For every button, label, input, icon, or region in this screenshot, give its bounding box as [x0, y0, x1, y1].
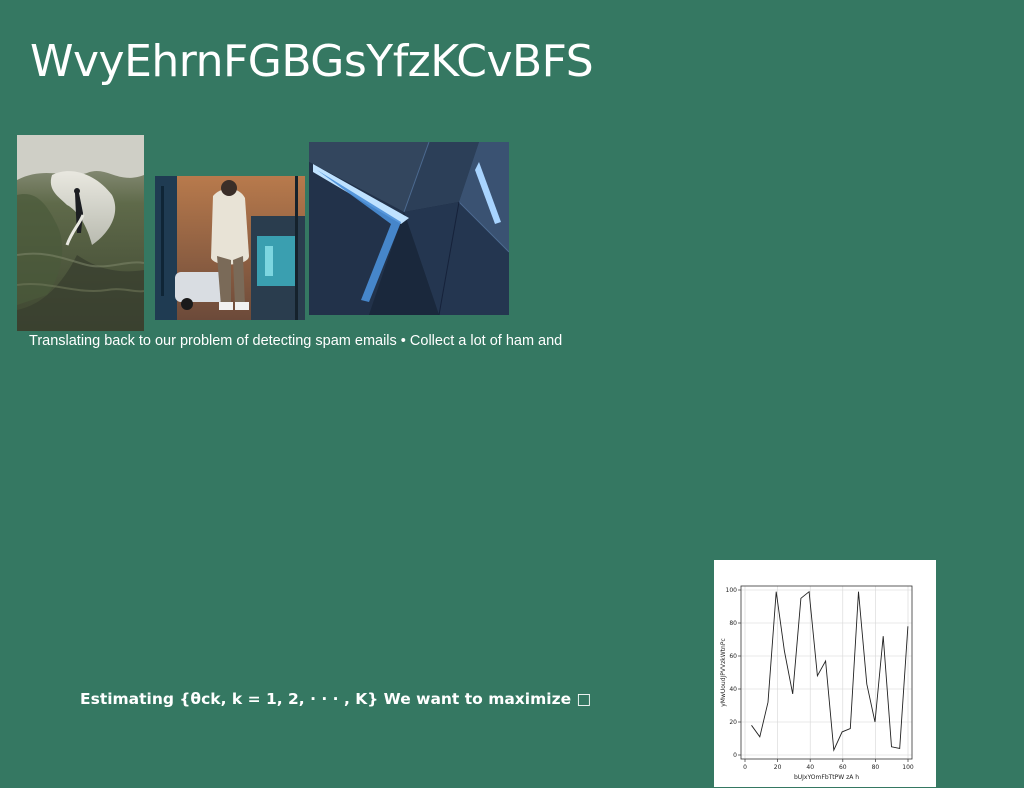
body-text: Translating back to our problem of detec…	[29, 333, 563, 349]
chart-x-tick-label: 0	[743, 764, 747, 771]
chart-x-tick-label: 40	[806, 764, 814, 771]
surfer-photo	[17, 135, 144, 331]
line-chart: 0 20 40 60 80 100 0 20 40 60 80 100 bUJxYOmFbTtPW zA…	[714, 560, 936, 787]
chart-y-tick-label: 60	[729, 653, 737, 660]
chart-series-line	[751, 590, 909, 752]
chart-y-tick-label: 20	[729, 719, 737, 726]
chart-y-tick-label: 80	[729, 620, 737, 627]
chart-svg: 0 20 40 60 80 100 0 20 40 60 80 100 bUJxYOmFbTtPW zA…	[720, 585, 914, 781]
chart-y-tick-label: 0	[733, 752, 737, 759]
chart-y-axis-label: yMwUoudJPVVzkWtnPc	[720, 638, 727, 707]
architecture-photo	[309, 142, 509, 315]
chart-y-tick-label: 40	[729, 686, 737, 693]
chart-x-tick-label: 80	[872, 764, 880, 771]
chart-y-tick-label: 100	[726, 587, 738, 594]
chart-x-tick-label: 20	[774, 764, 782, 771]
chart-x-tick-label: 100	[902, 764, 914, 771]
street-photo	[155, 176, 305, 320]
chart-x-axis-label: bUJxYOmFbTtPW zA h	[794, 774, 859, 781]
slide-title: WvyEhrnFGBGsYfzKCvBFS	[30, 36, 594, 87]
equation-text: Estimating {θck, k = 1, 2, · · · , K} We…	[80, 690, 592, 708]
chart-x-tick-label: 60	[839, 764, 847, 771]
